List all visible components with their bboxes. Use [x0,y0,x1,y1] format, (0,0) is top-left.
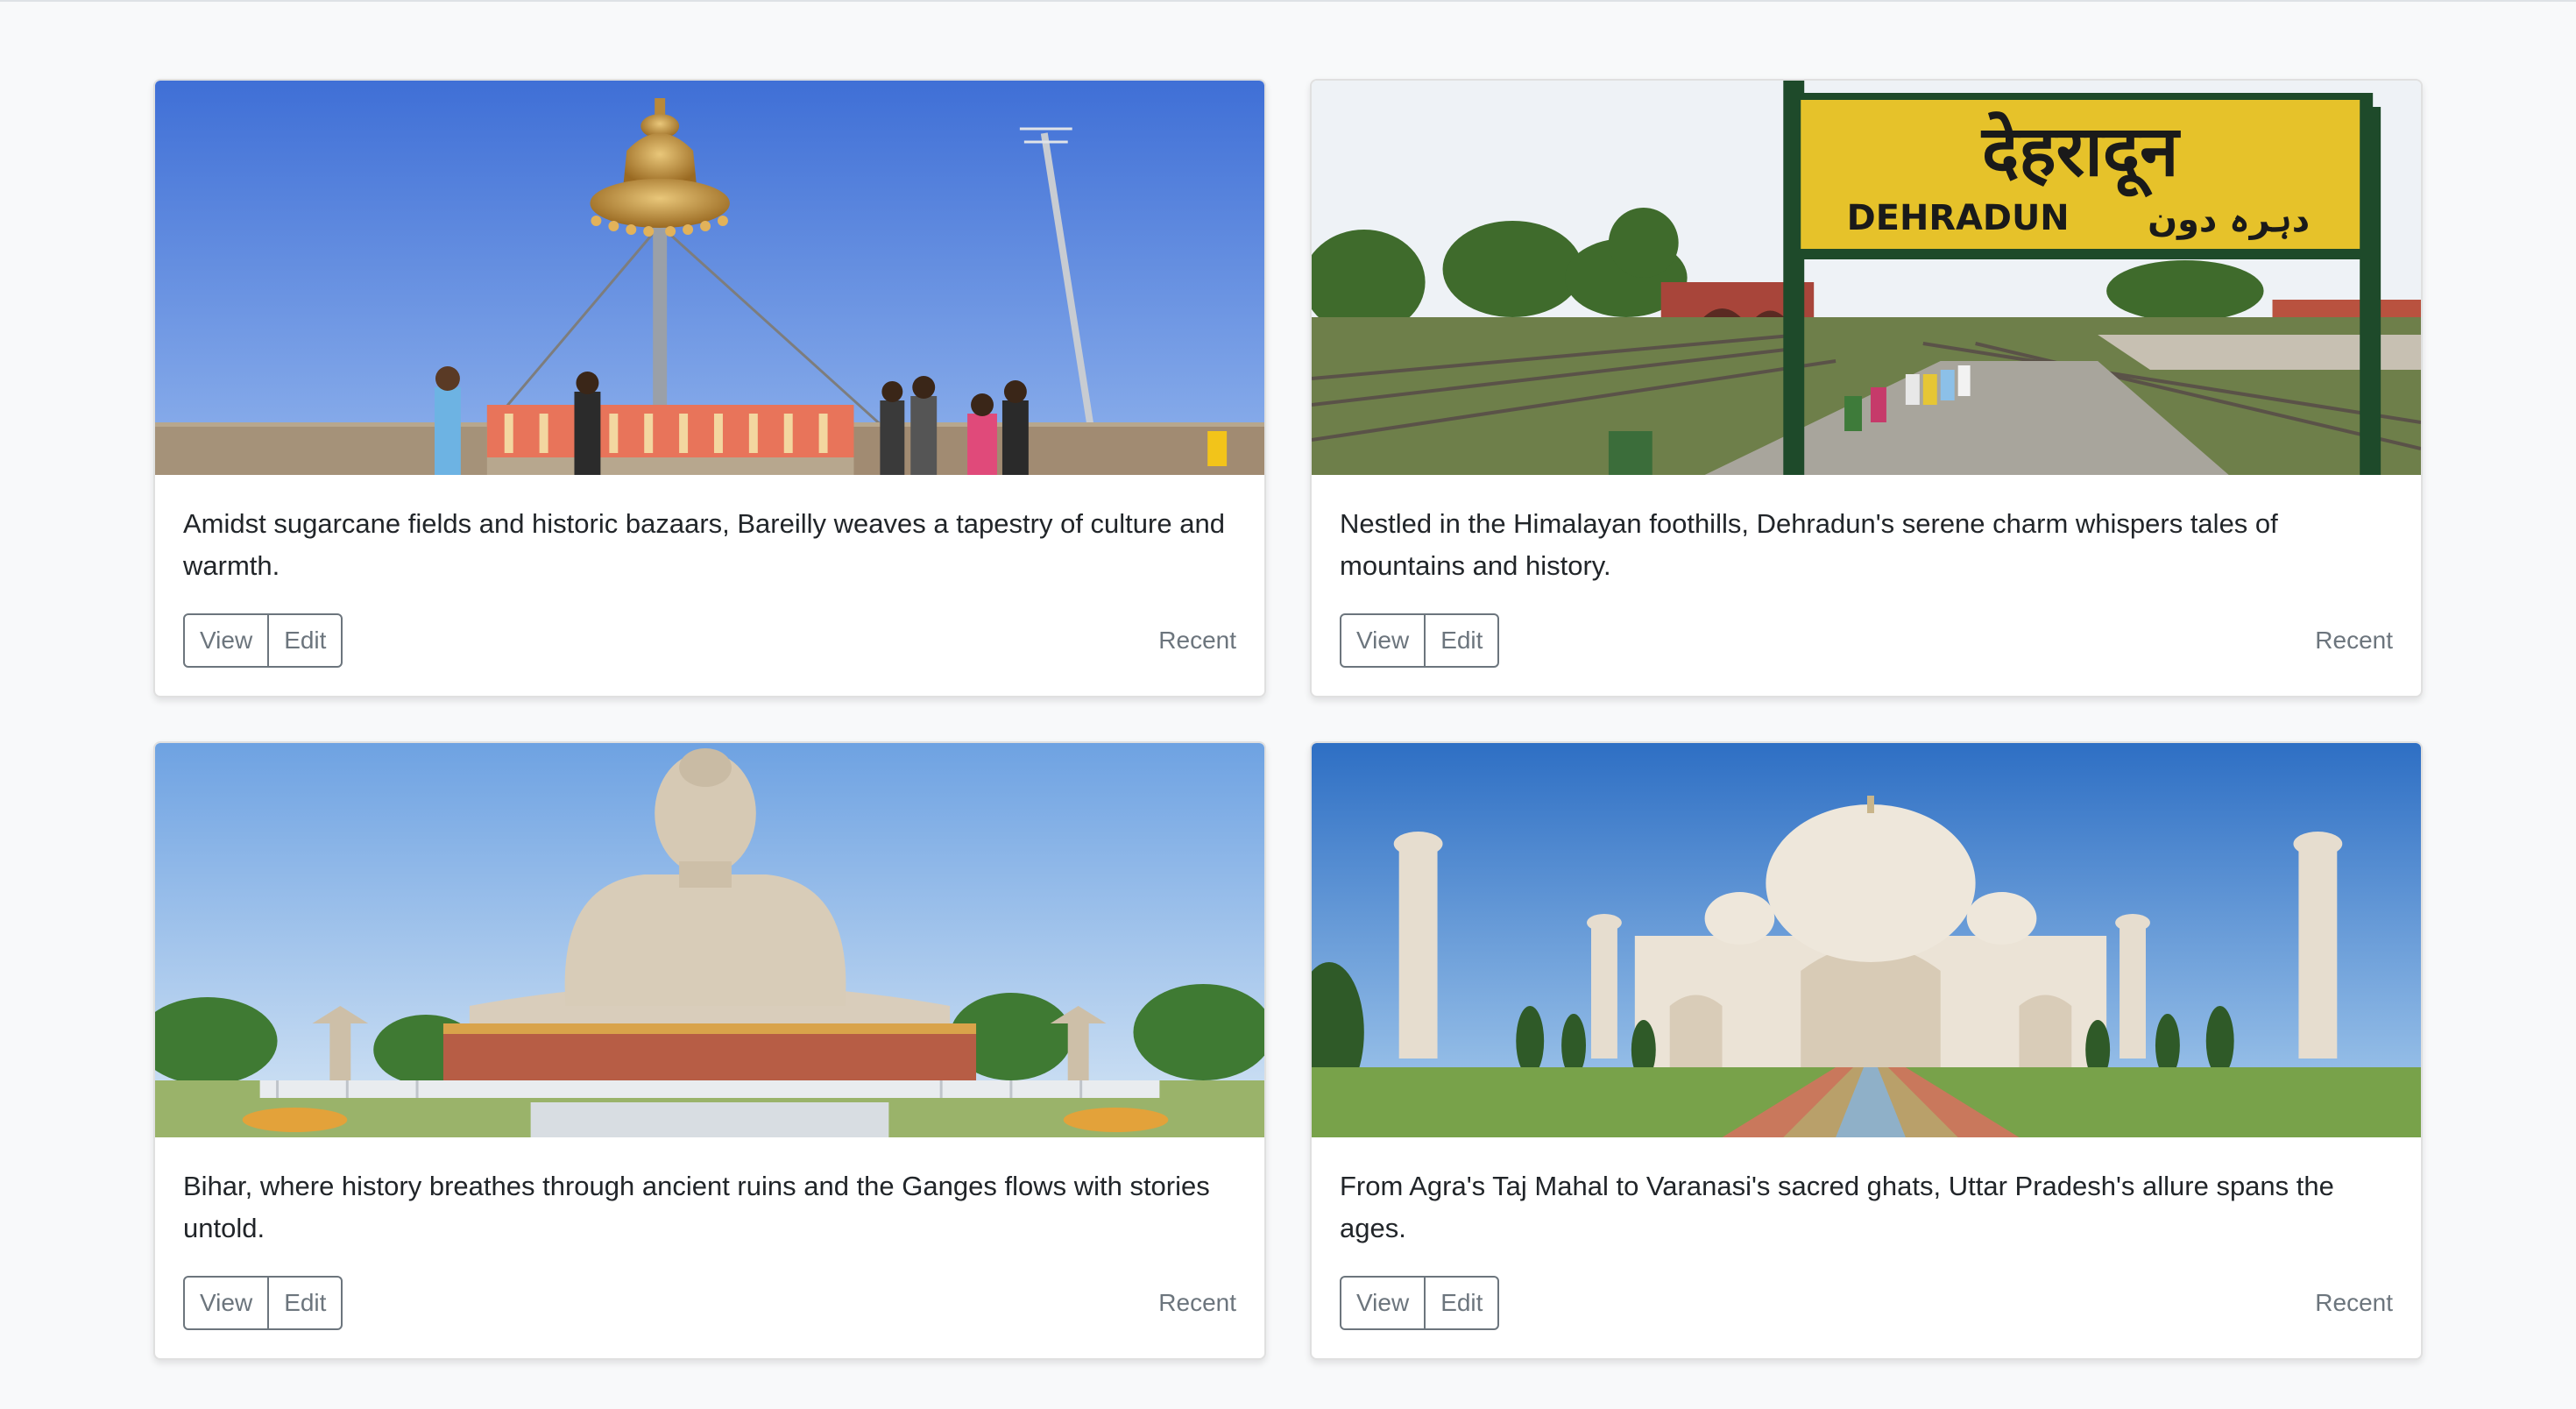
card-image [155,81,1264,475]
sign-urdu-text: دہرہ دون [2148,200,2310,240]
card-description: Amidst sugarcane fields and historic baz… [183,508,1225,581]
edit-button[interactable]: Edit [267,613,343,668]
view-button[interactable]: View [183,613,270,668]
card-image [155,743,1264,1137]
card-description: From Agra's Taj Mahal to Varanasi's sacr… [1340,1171,2334,1243]
card-action-group: View Edit [183,1276,343,1330]
view-button[interactable]: View [1340,1276,1426,1330]
view-button[interactable]: View [1340,613,1426,668]
card-bihar: Bihar, where history breathes through an… [153,741,1266,1360]
view-button[interactable]: View [183,1276,270,1330]
card-meta-label: Recent [1158,627,1236,654]
sign-english-text: DEHRADUN [1847,198,2070,238]
edit-button[interactable]: Edit [267,1276,343,1330]
card-description: Bihar, where history breathes through an… [183,1171,1210,1243]
card-dehradun: देहरादून DEHRADUN دہرہ دون Nestled in th… [1310,79,2423,697]
card-action-group: View Edit [183,613,343,668]
card-image [1312,743,2421,1137]
card-meta-label: Recent [2315,627,2393,654]
card-bareilly: Amidst sugarcane fields and historic baz… [153,79,1266,697]
card-action-group: View Edit [1340,1276,1500,1330]
card-description: Nestled in the Himalayan foothills, Dehr… [1340,508,2278,581]
edit-button[interactable]: Edit [1424,1276,1500,1330]
card-image: देहरादून DEHRADUN دہرہ دون [1312,81,2421,475]
sign-hindi-text: देहरादून [1980,110,2181,198]
top-divider [0,0,2576,2]
card-uttar-pradesh: From Agra's Taj Mahal to Varanasi's sacr… [1310,741,2423,1360]
card-grid: Amidst sugarcane fields and historic baz… [153,79,2423,1360]
edit-button[interactable]: Edit [1424,613,1500,668]
card-meta-label: Recent [2315,1289,2393,1316]
card-meta-label: Recent [1158,1289,1236,1316]
card-action-group: View Edit [1340,613,1500,668]
